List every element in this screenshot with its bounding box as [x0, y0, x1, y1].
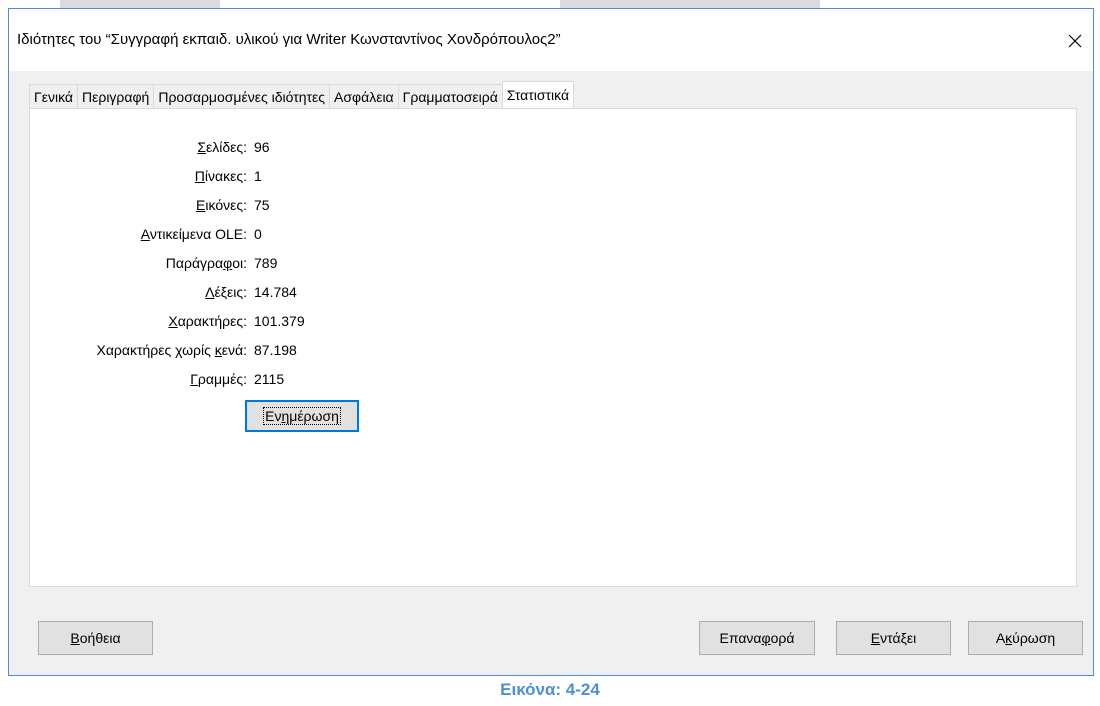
update-button[interactable]: Ενημέρωση: [245, 400, 359, 432]
tab-general[interactable]: Γενικά: [29, 84, 78, 108]
tab-font[interactable]: Γραμματοσειρά: [397, 84, 503, 108]
stat-value: 87.198: [254, 342, 297, 358]
stat-row-lines: Γραμμές: 2115: [30, 371, 430, 391]
stat-value: 1: [254, 168, 262, 184]
tab-custom-properties[interactable]: Προσαρμοσμένες ιδιότητες: [153, 84, 331, 108]
stat-row-tables: Πίνακες: 1: [30, 168, 430, 188]
stat-label: Λέξεις:: [205, 284, 247, 300]
stat-label: Εικόνες:: [196, 197, 247, 213]
tab-statistics[interactable]: Στατιστικά: [501, 81, 575, 108]
stat-value: 789: [254, 255, 278, 271]
tab-strip: Γενικά Περιγραφή Προσαρμοσμένες ιδιότητε…: [29, 81, 575, 108]
stat-row-pages: Σελίδες: 96: [30, 139, 430, 159]
reset-button-label: Επαναφορά: [719, 630, 795, 646]
help-button-label: Βοήθεια: [70, 630, 121, 646]
stat-row-characters-no-spaces: Χαρακτήρες χωρίς κενά: 87.198: [30, 342, 430, 362]
stat-label: Παράγραφοι:: [165, 255, 247, 271]
figure-caption: Εικόνα: 4-24: [500, 680, 600, 699]
statistics-panel: Σελίδες: 96 Πίνακες: 1 Εικόνες: 75 Αντικ…: [29, 108, 1077, 587]
cancel-button[interactable]: Ακύρωση: [968, 621, 1083, 655]
stat-label: Χαρακτήρες χωρίς κενά:: [96, 342, 248, 358]
ok-button-label: Εντάξει: [870, 630, 917, 646]
stat-row-images: Εικόνες: 75: [30, 197, 430, 217]
stat-label: Πίνακες:: [194, 168, 247, 184]
stat-label: Σελίδες:: [197, 139, 247, 155]
stat-value: 75: [254, 197, 270, 213]
stat-label: Χαρακτήρες:: [168, 313, 247, 329]
ok-button[interactable]: Εντάξει: [836, 621, 951, 655]
close-button[interactable]: [1061, 27, 1089, 55]
dialog-title: Ιδιότητες του “Συγγραφή εκπαιδ. υλικού γ…: [17, 31, 561, 48]
stat-value: 101.379: [254, 313, 305, 329]
stat-row-words: Λέξεις: 14.784: [30, 284, 430, 304]
tab-description[interactable]: Περιγραφή: [77, 84, 155, 108]
stat-label: Αντικείμενα OLE:: [140, 226, 247, 242]
stat-value: 96: [254, 139, 270, 155]
update-button-label: Ενημέρωση: [263, 407, 341, 425]
stat-value: 14.784: [254, 284, 297, 300]
close-icon: [1068, 34, 1082, 48]
reset-button[interactable]: Επαναφορά: [699, 621, 815, 655]
stat-value: 0: [254, 226, 262, 242]
dialog-body: Γενικά Περιγραφή Προσαρμοσμένες ιδιότητε…: [9, 71, 1093, 675]
stat-value: 2115: [254, 371, 285, 387]
properties-dialog: Ιδιότητες του “Συγγραφή εκπαιδ. υλικού γ…: [8, 8, 1094, 676]
tab-security[interactable]: Ασφάλεια: [329, 84, 399, 108]
background-window-fragment: [60, 0, 220, 8]
stat-label: Γραμμές:: [190, 371, 247, 387]
cancel-button-label: Ακύρωση: [995, 630, 1056, 646]
stat-row-paragraphs: Παράγραφοι: 789: [30, 255, 430, 275]
help-button[interactable]: Βοήθεια: [38, 621, 153, 655]
stat-row-characters: Χαρακτήρες: 101.379: [30, 313, 430, 333]
background-window-fragment: [560, 0, 820, 8]
title-bar: Ιδιότητες του “Συγγραφή εκπαιδ. υλικού γ…: [9, 9, 1093, 71]
stat-row-ole-objects: Αντικείμενα OLE: 0: [30, 226, 430, 246]
